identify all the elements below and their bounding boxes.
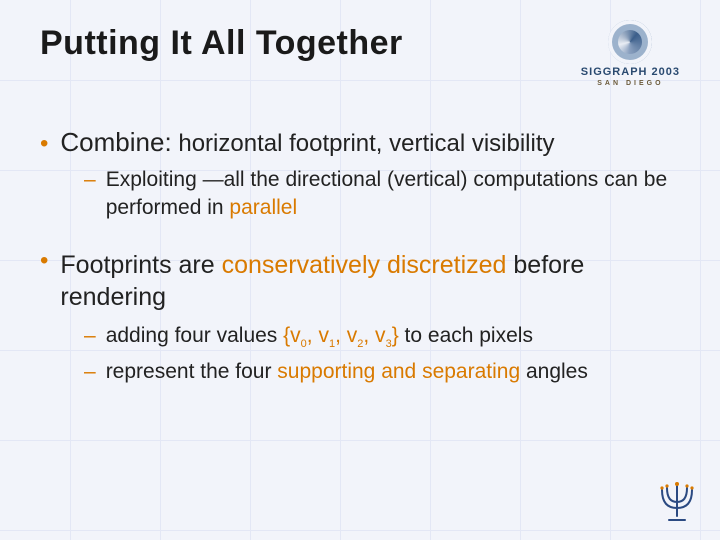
b1s1-highlight: parallel: [229, 196, 297, 219]
bullet-1-text: Combine: horizontal footprint, vertical …: [60, 127, 554, 158]
b1s1-pre: Exploiting: [106, 168, 203, 191]
bullet-1-subs: – Exploiting —all the directional (verti…: [84, 166, 680, 223]
slide-body: • Combine: horizontal footprint, vertica…: [40, 127, 680, 386]
b1s1-mid: —: [203, 168, 224, 191]
b2-pre: Footprints are: [60, 251, 221, 279]
header-row: Putting It All Together SIGGRAPH 2003 SA…: [40, 24, 680, 87]
b2s1-pre: adding four values: [106, 324, 283, 347]
dash-icon: –: [84, 358, 96, 386]
bullet-1-sub-1: – Exploiting —all the directional (verti…: [84, 166, 680, 223]
siggraph-logo: SIGGRAPH 2003 SAN DIEGO: [581, 20, 680, 87]
bullet-2-text: Footprints are conservatively discretize…: [60, 249, 660, 314]
bullet-2-line: • Footprints are conservatively discreti…: [40, 249, 680, 314]
b2s2-pre: represent the four: [106, 360, 278, 383]
bullet-dot-icon: •: [40, 249, 48, 314]
slide: Putting It All Together SIGGRAPH 2003 SA…: [0, 0, 720, 540]
b2s1-vset: {v0, v1, v2, v3}: [283, 324, 399, 347]
b2s1-post: to each pixels: [399, 324, 533, 347]
bullet-1-rest: horizontal footprint, vertical visibilit…: [172, 130, 555, 157]
bullet-1: • Combine: horizontal footprint, vertica…: [40, 127, 680, 223]
bullet-1-lead: Combine:: [60, 127, 171, 157]
swirl-icon: [608, 20, 652, 64]
slide-title: Putting It All Together: [40, 24, 403, 63]
bullet-1-line: • Combine: horizontal footprint, vertica…: [40, 127, 680, 158]
menorah-icon: [652, 476, 702, 526]
dash-icon: –: [84, 166, 96, 223]
b2s2-highlight: supporting and separating: [277, 360, 520, 383]
bullet-2: • Footprints are conservatively discreti…: [40, 249, 680, 386]
bullet-dot-icon: •: [40, 132, 48, 156]
bullet-2-subs: – adding four values {v0, v1, v2, v3} to…: [84, 322, 680, 386]
b2-highlight: conservatively discretized: [222, 251, 507, 279]
b2s1-text: adding four values {v0, v1, v2, v3} to e…: [106, 322, 533, 352]
logo-text-primary: SIGGRAPH 2003: [581, 66, 680, 78]
dash-icon: –: [84, 322, 96, 352]
bullet-2-sub-2: – represent the four supporting and sepa…: [84, 358, 680, 386]
b2s2-post: angles: [520, 360, 588, 383]
bullet-2-sub-1: – adding four values {v0, v1, v2, v3} to…: [84, 322, 680, 352]
b2s2-text: represent the four supporting and separa…: [106, 358, 588, 386]
logo-text-secondary: SAN DIEGO: [597, 80, 663, 87]
bullet-1-sub-1-text: Exploiting —all the directional (vertica…: [106, 166, 680, 223]
